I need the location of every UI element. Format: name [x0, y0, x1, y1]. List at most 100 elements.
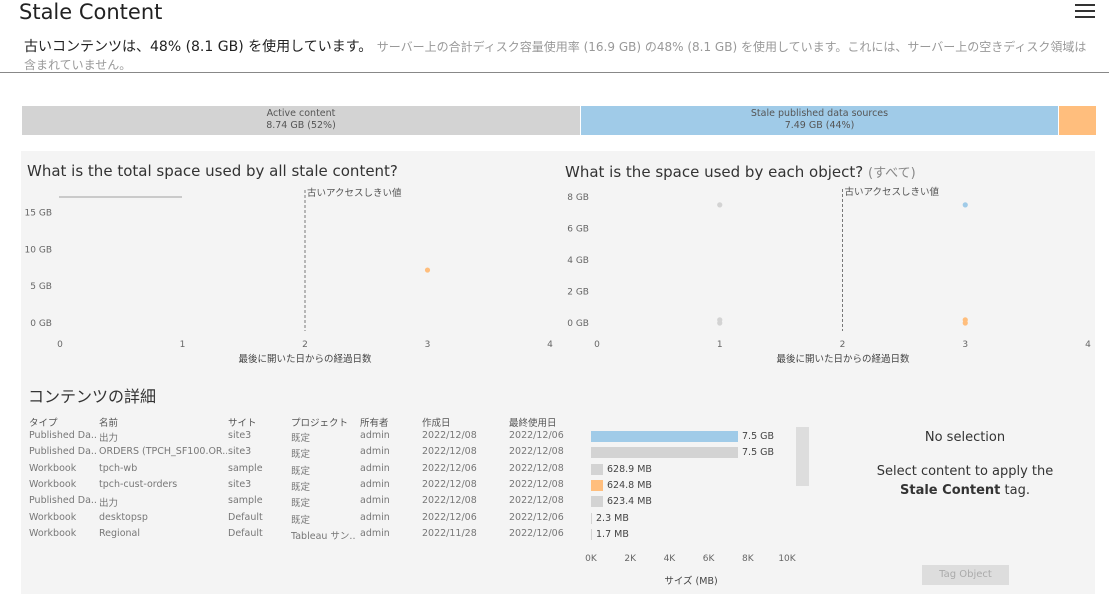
table-cell[interactable]: 2022/12/06	[509, 430, 589, 441]
size-label: 623.4 MB	[607, 496, 652, 508]
usage-summary: 古いコンテンツは、48% (8.1 GB) を使用しています。 サーバー上の合計…	[24, 38, 1094, 72]
x-tick-label: 10K	[778, 554, 796, 564]
size-label: 1.7 MB	[596, 528, 629, 540]
x-tick-label: 1	[180, 340, 186, 350]
data-point[interactable]	[424, 267, 431, 273]
chart-right: 8 GB 6 GB 4 GB 2 GB 0 GB 0 1 2 3 4 古いアクセスしきい値	[567, 186, 1091, 350]
table-cell[interactable]: admin	[360, 479, 418, 490]
table-cell[interactable]: 2022/12/08	[509, 463, 589, 474]
table-cell[interactable]: 既定	[291, 512, 357, 526]
table-cell[interactable]: admin	[360, 446, 418, 457]
table-cell[interactable]: Published Da..	[29, 430, 97, 441]
table-cell[interactable]: 既定	[291, 495, 357, 509]
tag-object-button[interactable]: Tag Object	[922, 565, 1009, 585]
menu-icon[interactable]	[1075, 4, 1095, 18]
apply-text: Select content to apply the	[876, 464, 1054, 479]
column-header[interactable]: プロジェクト	[291, 415, 348, 429]
data-point[interactable]	[717, 320, 723, 326]
data-point[interactable]	[717, 202, 723, 208]
table-cell[interactable]: Default	[228, 512, 288, 523]
table-cell[interactable]: Tableau サン..	[291, 528, 357, 542]
table-cell[interactable]: Workbook	[29, 479, 97, 490]
column-header[interactable]: 作成日	[422, 415, 451, 429]
size-bar[interactable]	[591, 512, 592, 524]
table-cell[interactable]: Default	[228, 528, 288, 539]
y-tick-label: 15 GB	[25, 209, 52, 219]
size-bar[interactable]	[591, 528, 592, 540]
table-cell[interactable]: admin	[360, 528, 418, 539]
size-label: 2.3 MB	[596, 512, 629, 524]
data-point[interactable]	[962, 320, 968, 326]
table-cell[interactable]: 2022/12/06	[422, 463, 507, 474]
table-cell[interactable]: 2022/12/08	[422, 479, 507, 490]
chart-left-title: What is the total space used by all stal…	[27, 162, 398, 180]
size-bar[interactable]	[591, 447, 738, 459]
table-cell[interactable]: Regional	[99, 528, 227, 539]
table-scrollbar[interactable]	[796, 427, 809, 486]
column-header[interactable]: 所有者	[360, 415, 389, 429]
table-cell[interactable]: tpch-cust-orders	[99, 479, 227, 490]
column-header[interactable]: 名前	[99, 415, 118, 429]
table-cell[interactable]: Workbook	[29, 463, 97, 474]
usage-segment-label: Active content	[266, 108, 336, 119]
table-cell[interactable]: 2022/12/08	[422, 495, 507, 506]
size-bar[interactable]	[591, 463, 603, 475]
table-cell[interactable]: 2022/12/06	[509, 512, 589, 523]
size-bar[interactable]	[591, 479, 603, 491]
x-tick-label: 4	[547, 340, 553, 350]
usage-segment[interactable]: Stale published data sources 7.49 GB (44%…	[580, 106, 1058, 135]
x-tick-label: 0	[594, 340, 600, 350]
table-cell[interactable]: site3	[228, 446, 288, 457]
column-header[interactable]: サイト	[228, 415, 257, 429]
table-cell[interactable]: site3	[228, 430, 288, 441]
x-tick-label: 0K	[585, 554, 597, 564]
size-label: 7.5 GB	[742, 431, 775, 442]
table-cell[interactable]: admin	[360, 430, 418, 441]
table-cell[interactable]: 既定	[291, 446, 357, 460]
table-cell[interactable]: site3	[228, 479, 288, 490]
table-cell[interactable]: 2022/12/06	[422, 512, 507, 523]
x-tick-label: 2K	[624, 554, 636, 564]
table-cell[interactable]: admin	[360, 463, 418, 474]
x-tick-label: 0	[57, 340, 63, 350]
usage-segment[interactable]: Active content 8.74 GB (52%)	[22, 106, 580, 135]
table-cell[interactable]: sample	[228, 463, 288, 474]
table-cell[interactable]: admin	[360, 512, 418, 523]
apply-instructions: Select content to apply the Stale Conten…	[870, 462, 1060, 500]
table-cell[interactable]: Published Da..	[29, 446, 97, 457]
column-header[interactable]: タイプ	[29, 415, 58, 429]
table-cell[interactable]: Published Da..	[29, 495, 97, 506]
data-point[interactable]	[962, 202, 968, 208]
divider	[0, 72, 1109, 73]
table-cell[interactable]: 出力	[99, 495, 227, 509]
chart-right-title-filter[interactable]: (すべて)	[868, 166, 916, 181]
table-cell[interactable]: sample	[228, 495, 288, 506]
table-cell[interactable]: 2022/12/08	[509, 446, 589, 457]
table-cell[interactable]: Workbook	[29, 528, 97, 539]
table-cell[interactable]: 既定	[291, 479, 357, 493]
x-tick-label: 6K	[702, 554, 715, 564]
table-cell[interactable]: 2022/12/08	[422, 430, 507, 441]
table-cell[interactable]: admin	[360, 495, 418, 506]
table-cell[interactable]: 2022/12/08	[509, 479, 589, 490]
table-cell[interactable]: 2022/12/06	[509, 528, 589, 539]
column-header[interactable]: 最終使用日	[509, 415, 557, 429]
chart-right-title-text: What is the space used by each object?	[565, 163, 864, 181]
size-bar[interactable]	[591, 496, 603, 508]
table-cell[interactable]: desktopsp	[99, 512, 227, 523]
table-cell[interactable]: 既定	[291, 463, 357, 477]
x-tick-label: 8K	[741, 554, 754, 564]
usage-segment[interactable]	[1058, 106, 1096, 135]
table-cell[interactable]: 出力	[99, 430, 227, 444]
table-cell[interactable]: 2022/12/08	[509, 495, 589, 506]
x-tick-label: 4K	[663, 554, 676, 564]
usage-segment-value: 8.74 GB (52%)	[266, 120, 336, 131]
table-cell[interactable]: 2022/12/08	[422, 446, 507, 457]
size-bar[interactable]	[591, 431, 738, 442]
table-cell[interactable]: 2022/11/28	[422, 528, 507, 539]
table-cell[interactable]: Workbook	[29, 512, 97, 523]
table-cell[interactable]: 既定	[291, 430, 357, 444]
x-tick-label: 3	[425, 340, 431, 350]
table-cell[interactable]: ORDERS (TPCH_SF100.OR..	[99, 446, 227, 457]
table-cell[interactable]: tpch-wb	[99, 463, 227, 474]
